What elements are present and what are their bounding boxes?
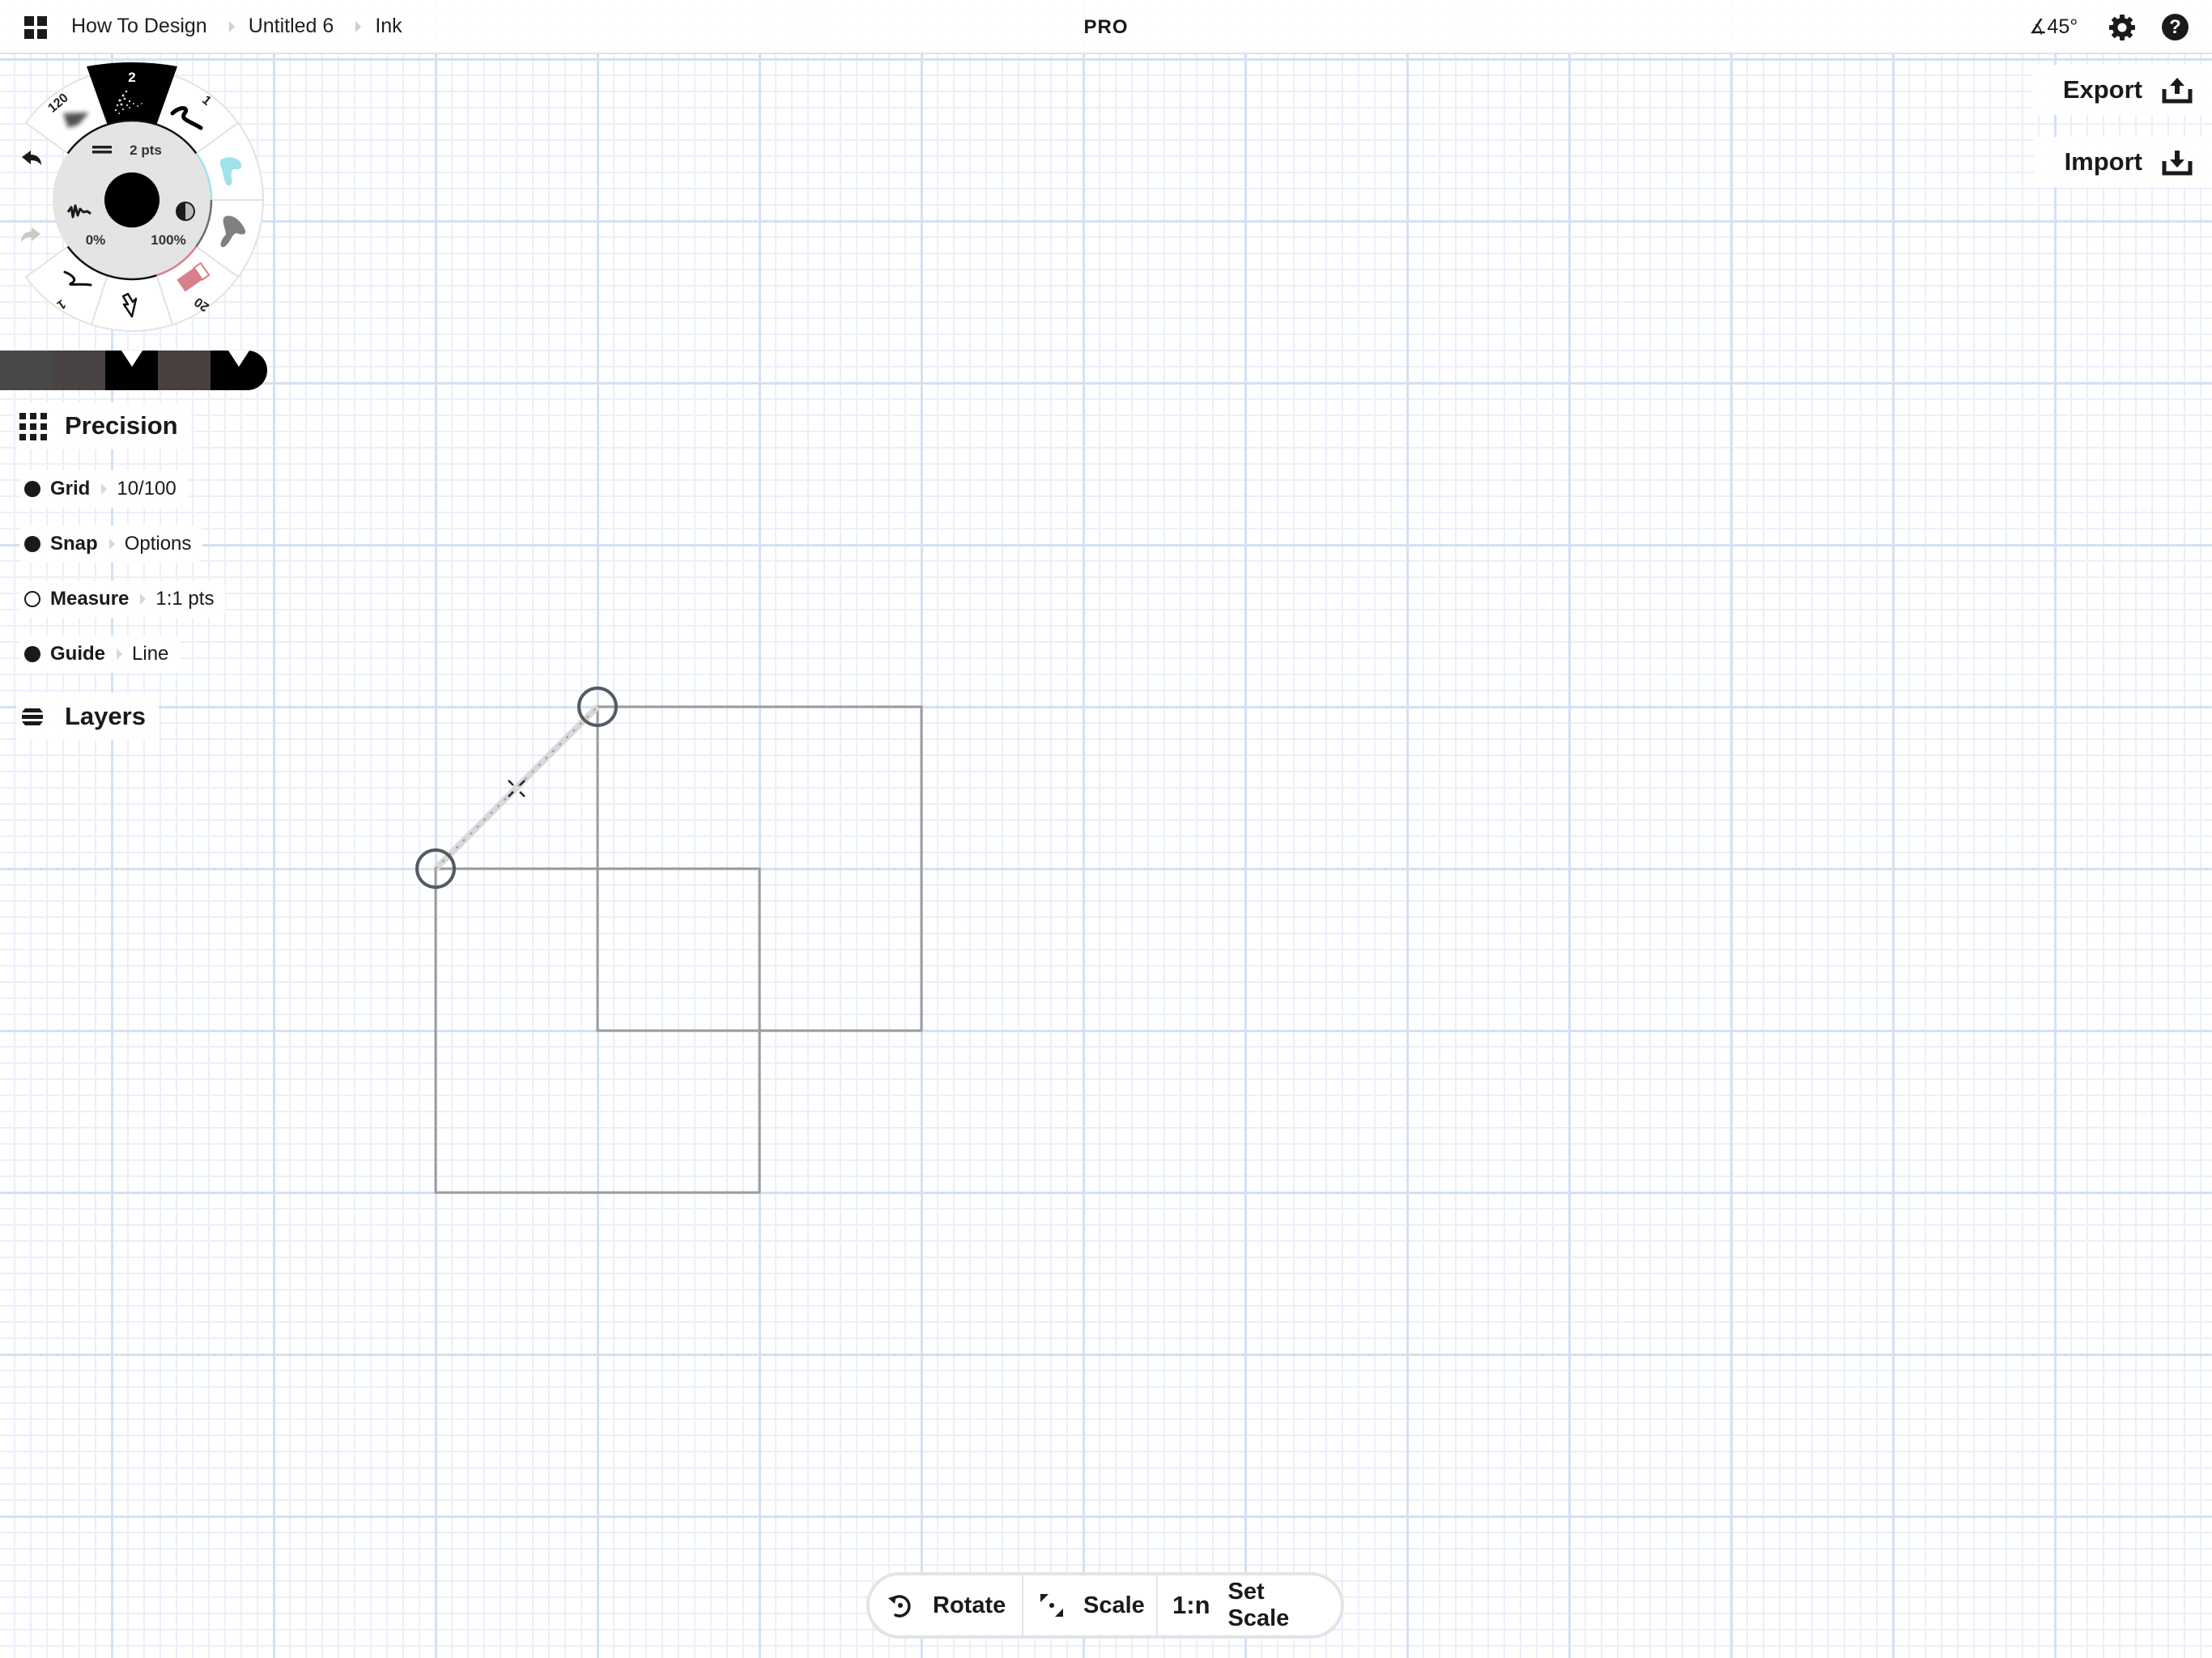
grid-label: Grid (50, 478, 91, 500)
breadcrumb-separator-icon (355, 20, 362, 32)
rotate-icon (888, 1595, 911, 1618)
guide-label: Guide (50, 643, 106, 665)
layers-header[interactable]: Layers (16, 693, 159, 740)
gear-icon[interactable] (2108, 14, 2136, 41)
precision-grid-icon (19, 413, 47, 440)
snap-label: Snap (50, 533, 98, 555)
current-color-button[interactable] (104, 172, 160, 227)
chevron-right-icon (117, 648, 123, 660)
set-scale-label: Set Scale (1227, 1579, 1290, 1631)
undo-icon[interactable] (22, 151, 41, 165)
precision-row-guide[interactable]: Guide Line (19, 636, 181, 673)
grid-apps-icon[interactable] (24, 16, 47, 39)
precision-row-grid[interactable]: Grid 10/100 (19, 470, 188, 508)
set-scale-button[interactable]: 1:n Set Scale (1156, 1575, 1341, 1635)
thickness-icon (92, 146, 112, 149)
selected-tool-size: 2 (128, 70, 135, 85)
grid-value[interactable]: 10/100 (117, 478, 176, 500)
top-bar: How To Design Untitled 6 Ink PRO ∡45° ? (0, 0, 2212, 54)
snap-value[interactable]: Options (125, 533, 192, 555)
guide-toolbar: Rotate Scale 1:n Set Scale (866, 1572, 1344, 1639)
measure-value[interactable]: 1:1 pts (155, 588, 214, 610)
precision-row-measure[interactable]: Measure 1:1 pts (19, 580, 226, 618)
color-swatch-selected[interactable] (211, 351, 267, 390)
breadcrumb-gallery[interactable]: How To Design (71, 15, 207, 38)
tool-wheel: 2 120 1 20 1 2 pts 0% 100% (21, 62, 265, 332)
breadcrumb-separator-icon (228, 20, 235, 32)
chevron-right-icon (108, 538, 115, 550)
ratio-icon: 1:n (1172, 1591, 1210, 1619)
color-swatch[interactable] (105, 351, 158, 390)
import-icon (2162, 151, 2193, 176)
opacity-value: 100% (151, 232, 185, 248)
color-swatch[interactable] (0, 351, 53, 390)
pro-badge[interactable]: PRO (1053, 0, 1159, 53)
measure-toggle-off-icon[interactable] (24, 591, 40, 607)
color-swatch[interactable] (158, 351, 211, 390)
layers-icon (22, 708, 43, 725)
angle-readout[interactable]: ∡45° (2029, 0, 2078, 53)
rotate-button[interactable]: Rotate (870, 1575, 1022, 1635)
chevron-right-icon (101, 483, 108, 495)
smoothing-value: 0% (86, 232, 106, 248)
scale-button[interactable]: Scale (1022, 1575, 1156, 1635)
import-label: Import (2064, 147, 2142, 176)
breadcrumb-drawing[interactable]: Untitled 6 (249, 15, 334, 38)
color-history (0, 351, 267, 390)
export-label: Export (2062, 75, 2142, 104)
precision-row-snap[interactable]: Snap Options (19, 525, 203, 563)
import-button[interactable]: Import (2033, 137, 2212, 187)
help-icon[interactable]: ? (2162, 14, 2189, 40)
export-button[interactable]: Export (2031, 65, 2212, 115)
export-icon (2162, 78, 2193, 104)
guide-value[interactable]: Line (132, 643, 168, 665)
scale-label: Scale (1083, 1592, 1145, 1618)
guide-toggle-on-icon[interactable] (24, 646, 40, 662)
redo-icon[interactable] (21, 227, 40, 242)
thickness-value: 2 pts (130, 142, 162, 158)
breadcrumb-mode[interactable]: Ink (375, 15, 402, 38)
chevron-right-icon (140, 593, 147, 605)
snap-toggle-on-icon[interactable] (24, 536, 40, 552)
measure-label: Measure (50, 588, 130, 610)
grid-toggle-on-icon[interactable] (24, 481, 40, 497)
precision-header[interactable]: Precision (16, 402, 191, 449)
scale-icon (1040, 1594, 1063, 1617)
layers-title: Layers (65, 702, 146, 730)
color-swatch[interactable] (53, 351, 105, 390)
rotate-label: Rotate (933, 1592, 1006, 1618)
breadcrumb: How To Design Untitled 6 Ink (71, 0, 402, 53)
precision-title: Precision (65, 411, 178, 440)
drawing-canvas[interactable] (0, 0, 2212, 1658)
